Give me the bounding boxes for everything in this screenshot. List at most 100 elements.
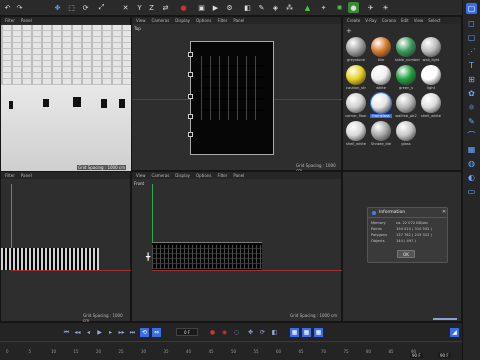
layout-icon[interactable]: ▢ <box>466 3 477 14</box>
panel-slider[interactable] <box>433 318 457 320</box>
ok-button[interactable]: OK <box>397 250 415 258</box>
material-ball[interactable] <box>396 121 416 141</box>
record-key-icon[interactable]: ● <box>208 328 217 337</box>
points-icon[interactable]: ⋰ <box>466 46 477 57</box>
coordinates-icon[interactable]: ⇄ <box>160 2 171 13</box>
loop-icon[interactable]: ⟲ <box>140 328 149 337</box>
menu-view[interactable]: View <box>414 18 424 23</box>
material-ball[interactable] <box>371 37 391 57</box>
material-ball[interactable] <box>421 93 441 113</box>
rotation-key-icon[interactable]: ⟳ <box>258 328 267 337</box>
material-ball[interactable] <box>346 121 366 141</box>
menu-panel[interactable]: Panel <box>21 18 32 23</box>
pla-key-icon[interactable]: ▦ <box>302 328 311 337</box>
next-frame-icon[interactable]: ▸ <box>106 328 115 337</box>
material-ball[interactable] <box>346 65 366 85</box>
material-ball[interactable] <box>421 37 441 57</box>
text-icon[interactable]: T <box>466 60 477 71</box>
cube-icon[interactable]: ◧ <box>242 2 253 13</box>
menu-display[interactable]: Display <box>175 18 190 23</box>
material-ball[interactable] <box>396 37 416 57</box>
green-object-icon[interactable]: ● <box>348 2 359 13</box>
texture-icon[interactable]: ✿ <box>466 88 477 99</box>
add-material-icon[interactable]: + <box>346 27 353 35</box>
scale-tool-icon[interactable]: ⤢ <box>96 2 107 13</box>
axis-gizmo-icon[interactable]: ╋ <box>146 253 154 261</box>
pen-icon[interactable]: ✎ <box>256 2 267 13</box>
go-end-icon[interactable]: ⏭ <box>128 328 137 337</box>
max-frame-field[interactable]: 90 F <box>438 353 451 358</box>
close-icon[interactable]: ✕ <box>442 209 446 215</box>
menu-panel[interactable]: Panel <box>233 173 244 178</box>
point-key-icon[interactable]: ▦ <box>314 328 323 337</box>
generator-icon[interactable]: ✺ <box>334 2 345 13</box>
material-ball[interactable] <box>371 121 391 141</box>
record-icon[interactable]: ● <box>178 2 189 13</box>
prev-key-icon[interactable]: ◂◂ <box>73 328 82 337</box>
key-icon[interactable]: ◌ <box>232 328 241 337</box>
render-icon[interactable]: ▶ <box>210 2 221 13</box>
undo-icon[interactable]: ↶ <box>2 2 13 13</box>
menu-cameras[interactable]: Cameras <box>152 18 170 23</box>
snap-icon[interactable]: ⚛ <box>466 102 477 113</box>
subdivide-icon[interactable]: ◈ <box>270 2 281 13</box>
menu-view[interactable]: View <box>136 18 146 23</box>
top-viewport[interactable]: View Cameras Display Options Filter Pane… <box>131 16 342 173</box>
menu-options[interactable]: Options <box>196 18 211 23</box>
mograph-icon[interactable]: ✦ <box>318 2 329 13</box>
menu-filter[interactable]: Filter <box>5 18 15 23</box>
select-tool-icon[interactable]: ⬚ <box>66 2 77 13</box>
rotate-tool-icon[interactable]: ⟳ <box>80 2 91 13</box>
menu-select[interactable]: Select <box>428 18 440 23</box>
menu-panel[interactable]: Panel <box>21 173 32 178</box>
edges-icon[interactable]: ▢ <box>466 32 477 43</box>
axis-y-icon[interactable]: Y <box>134 2 145 13</box>
array-icon[interactable]: ⁂ <box>284 2 295 13</box>
building-side-elevation[interactable] <box>1 248 99 270</box>
deformer-icon[interactable]: ▲ <box>302 2 313 13</box>
menu-filter[interactable]: Filter <box>217 173 227 178</box>
render-view-icon[interactable]: ▣ <box>196 2 207 13</box>
menu-corona[interactable]: Corona <box>382 18 396 23</box>
material-ball[interactable] <box>421 65 441 85</box>
sculpt-icon[interactable]: ⌒ <box>466 130 477 141</box>
right-viewport[interactable]: Filter Panel Grid Spacing : 1000 cm <box>0 171 131 323</box>
building-front-elevation[interactable]: ╋ <box>146 242 262 270</box>
menu-display[interactable]: Display <box>175 173 190 178</box>
param-key-icon[interactable]: ▦ <box>290 328 299 337</box>
menu-view[interactable]: View <box>136 173 146 178</box>
menu-vray[interactable]: V-Ray <box>365 18 376 23</box>
keyframe-icon[interactable]: ✥ <box>246 328 255 337</box>
material-ball[interactable] <box>346 93 366 113</box>
brush-icon[interactable]: ✎ <box>466 116 477 127</box>
range-icon[interactable]: ⇔ <box>152 328 161 337</box>
render-settings-icon[interactable]: ⚙ <box>224 2 235 13</box>
menu-cameras[interactable]: Cameras <box>152 173 170 178</box>
camera-icon[interactable]: ✈ <box>365 2 376 13</box>
timeline-settings-icon[interactable]: ◢ <box>450 328 459 337</box>
menu-edit[interactable]: Edit <box>401 18 409 23</box>
frame-field[interactable]: 0 F <box>176 328 198 336</box>
scale-key-icon[interactable]: ◧ <box>270 328 279 337</box>
material-ball[interactable] <box>371 65 391 85</box>
material-ball[interactable] <box>346 37 366 57</box>
material-ball[interactable] <box>396 93 416 113</box>
menu-create[interactable]: Create <box>347 18 360 23</box>
cube-icon[interactable]: ◻ <box>466 18 477 29</box>
floorplan-object[interactable] <box>188 41 274 155</box>
next-key-icon[interactable]: ▸▸ <box>117 328 126 337</box>
auto-key-icon[interactable]: ◉ <box>220 328 229 337</box>
menu-filter[interactable]: Filter <box>5 173 15 178</box>
perspective-viewport[interactable]: Filter Panel Grid Spacing : 1000 cm <box>0 16 131 171</box>
uv-icon[interactable]: ⊞ <box>466 74 477 85</box>
video-icon[interactable]: ▭ <box>466 186 477 197</box>
end-frame-field[interactable]: 90 F <box>410 353 423 358</box>
material-ball[interactable] <box>370 92 392 114</box>
material-ball[interactable] <box>396 65 416 85</box>
play-icon[interactable]: ▶ <box>95 328 104 337</box>
front-viewport[interactable]: View Cameras Display Options Filter Pane… <box>131 171 342 322</box>
menu-filter[interactable]: Filter <box>217 18 227 23</box>
move-tool-icon[interactable]: ✥ <box>52 2 63 13</box>
redo-icon[interactable]: ↷ <box>14 2 25 13</box>
axis-z-icon[interactable]: Z <box>146 2 157 13</box>
